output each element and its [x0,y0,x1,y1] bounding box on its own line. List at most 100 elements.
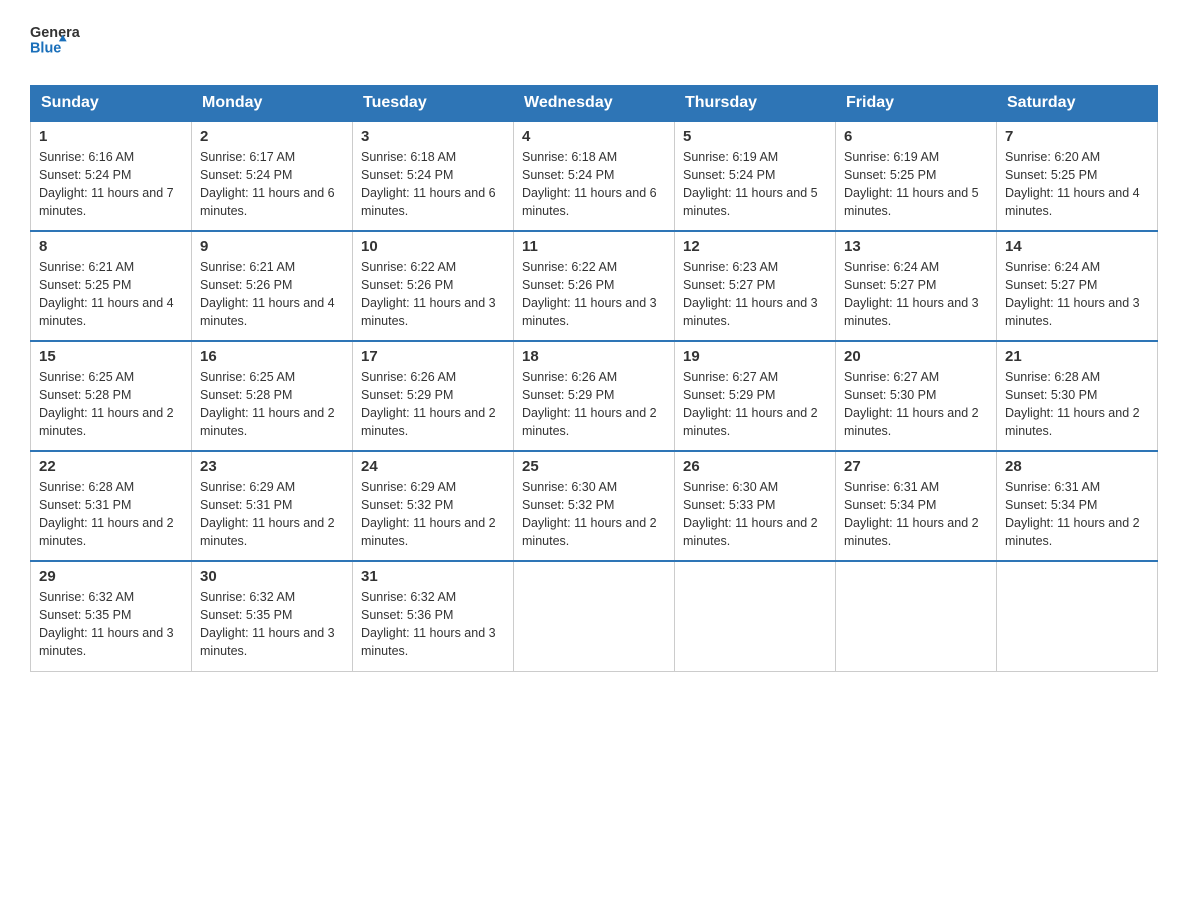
logo-icon: General Blue [30,20,80,65]
day-number: 29 [39,568,183,585]
day-number: 17 [361,348,505,365]
calendar-week-row: 22 Sunrise: 6:28 AMSunset: 5:31 PMDayligh… [31,451,1158,561]
day-info: Sunrise: 6:24 AMSunset: 5:27 PMDaylight:… [1005,260,1140,328]
day-number: 23 [200,458,344,475]
calendar-cell: 5 Sunrise: 6:19 AMSunset: 5:24 PMDaylight… [675,121,836,231]
calendar-cell: 1Sunrise: 6:16 AMSunset: 5:24 PMDaylight… [31,121,192,231]
day-number: 12 [683,238,827,255]
day-info: Sunrise: 6:32 AMSunset: 5:35 PMDaylight:… [200,590,335,658]
day-info: Sunrise: 6:22 AMSunset: 5:26 PMDaylight:… [361,260,496,328]
day-number: 14 [1005,238,1149,255]
calendar-cell: 14 Sunrise: 6:24 AMSunset: 5:27 PMDayligh… [997,231,1158,341]
day-info: Sunrise: 6:26 AMSunset: 5:29 PMDaylight:… [522,370,657,438]
calendar-cell: 23 Sunrise: 6:29 AMSunset: 5:31 PMDayligh… [192,451,353,561]
calendar-cell: 4 Sunrise: 6:18 AMSunset: 5:24 PMDaylight… [514,121,675,231]
day-info: Sunrise: 6:17 AMSunset: 5:24 PMDaylight:… [200,150,335,218]
day-info: Sunrise: 6:18 AMSunset: 5:24 PMDaylight:… [361,150,496,218]
calendar-week-row: 8Sunrise: 6:21 AMSunset: 5:25 PMDaylight… [31,231,1158,341]
day-info: Sunrise: 6:19 AMSunset: 5:24 PMDaylight:… [683,150,818,218]
day-number: 16 [200,348,344,365]
calendar-cell: 12 Sunrise: 6:23 AMSunset: 5:27 PMDayligh… [675,231,836,341]
day-number: 25 [522,458,666,475]
calendar-cell [675,561,836,671]
calendar-cell: 30 Sunrise: 6:32 AMSunset: 5:35 PMDayligh… [192,561,353,671]
calendar-cell: 9 Sunrise: 6:21 AMSunset: 5:26 PMDaylight… [192,231,353,341]
day-info: Sunrise: 6:29 AMSunset: 5:32 PMDaylight:… [361,480,496,548]
day-info: Sunrise: 6:20 AMSunset: 5:25 PMDaylight:… [1005,150,1140,218]
calendar-cell: 16 Sunrise: 6:25 AMSunset: 5:28 PMDayligh… [192,341,353,451]
day-info: Sunrise: 6:30 AMSunset: 5:33 PMDaylight:… [683,480,818,548]
day-info: Sunrise: 6:32 AMSunset: 5:35 PMDaylight:… [39,590,174,658]
column-header-monday: Monday [192,86,353,122]
calendar-cell: 20 Sunrise: 6:27 AMSunset: 5:30 PMDayligh… [836,341,997,451]
day-info: Sunrise: 6:25 AMSunset: 5:28 PMDaylight:… [39,370,174,438]
day-info: Sunrise: 6:28 AMSunset: 5:31 PMDaylight:… [39,480,174,548]
calendar-cell: 11Sunrise: 6:22 AMSunset: 5:26 PMDayligh… [514,231,675,341]
day-number: 4 [522,128,666,145]
page-header: General Blue [30,20,1158,65]
calendar-cell: 26 Sunrise: 6:30 AMSunset: 5:33 PMDayligh… [675,451,836,561]
day-number: 8 [39,238,183,255]
day-info: Sunrise: 6:32 AMSunset: 5:36 PMDaylight:… [361,590,496,658]
day-number: 1 [39,128,183,145]
day-info: Sunrise: 6:19 AMSunset: 5:25 PMDaylight:… [844,150,979,218]
day-number: 30 [200,568,344,585]
calendar-cell: 10 Sunrise: 6:22 AMSunset: 5:26 PMDayligh… [353,231,514,341]
day-info: Sunrise: 6:31 AMSunset: 5:34 PMDaylight:… [1005,480,1140,548]
day-number: 21 [1005,348,1149,365]
calendar-cell [997,561,1158,671]
day-number: 3 [361,128,505,145]
day-info: Sunrise: 6:25 AMSunset: 5:28 PMDaylight:… [200,370,335,438]
calendar-body: 1Sunrise: 6:16 AMSunset: 5:24 PMDaylight… [31,121,1158,671]
day-number: 19 [683,348,827,365]
day-number: 7 [1005,128,1149,145]
day-info: Sunrise: 6:23 AMSunset: 5:27 PMDaylight:… [683,260,818,328]
day-number: 26 [683,458,827,475]
day-number: 28 [1005,458,1149,475]
day-number: 18 [522,348,666,365]
calendar-header-row: SundayMondayTuesdayWednesdayThursdayFrid… [31,86,1158,122]
day-number: 20 [844,348,988,365]
day-number: 22 [39,458,183,475]
calendar-cell: 27 Sunrise: 6:31 AMSunset: 5:34 PMDayligh… [836,451,997,561]
day-info: Sunrise: 6:24 AMSunset: 5:27 PMDaylight:… [844,260,979,328]
calendar-week-row: 1Sunrise: 6:16 AMSunset: 5:24 PMDaylight… [31,121,1158,231]
column-header-thursday: Thursday [675,86,836,122]
calendar-cell: 29 Sunrise: 6:32 AMSunset: 5:35 PMDayligh… [31,561,192,671]
calendar-cell: 28 Sunrise: 6:31 AMSunset: 5:34 PMDayligh… [997,451,1158,561]
day-info: Sunrise: 6:29 AMSunset: 5:31 PMDaylight:… [200,480,335,548]
column-header-friday: Friday [836,86,997,122]
calendar-cell: 6Sunrise: 6:19 AMSunset: 5:25 PMDaylight… [836,121,997,231]
day-number: 24 [361,458,505,475]
day-info: Sunrise: 6:27 AMSunset: 5:30 PMDaylight:… [844,370,979,438]
calendar-cell: 8Sunrise: 6:21 AMSunset: 5:25 PMDaylight… [31,231,192,341]
calendar-cell: 17Sunrise: 6:26 AMSunset: 5:29 PMDayligh… [353,341,514,451]
day-number: 10 [361,238,505,255]
column-header-tuesday: Tuesday [353,86,514,122]
day-info: Sunrise: 6:22 AMSunset: 5:26 PMDaylight:… [522,260,657,328]
day-info: Sunrise: 6:31 AMSunset: 5:34 PMDaylight:… [844,480,979,548]
calendar-cell [514,561,675,671]
calendar-week-row: 29 Sunrise: 6:32 AMSunset: 5:35 PMDayligh… [31,561,1158,671]
day-number: 15 [39,348,183,365]
calendar-cell: 15 Sunrise: 6:25 AMSunset: 5:28 PMDayligh… [31,341,192,451]
calendar-cell: 13 Sunrise: 6:24 AMSunset: 5:27 PMDayligh… [836,231,997,341]
day-info: Sunrise: 6:28 AMSunset: 5:30 PMDaylight:… [1005,370,1140,438]
calendar-cell: 19Sunrise: 6:27 AMSunset: 5:29 PMDayligh… [675,341,836,451]
calendar-cell: 3 Sunrise: 6:18 AMSunset: 5:24 PMDaylight… [353,121,514,231]
day-number: 13 [844,238,988,255]
day-number: 5 [683,128,827,145]
calendar-cell: 22 Sunrise: 6:28 AMSunset: 5:31 PMDayligh… [31,451,192,561]
column-header-saturday: Saturday [997,86,1158,122]
day-number: 27 [844,458,988,475]
day-number: 9 [200,238,344,255]
day-info: Sunrise: 6:21 AMSunset: 5:26 PMDaylight:… [200,260,335,328]
calendar-cell [836,561,997,671]
calendar-cell: 18 Sunrise: 6:26 AMSunset: 5:29 PMDayligh… [514,341,675,451]
day-info: Sunrise: 6:18 AMSunset: 5:24 PMDaylight:… [522,150,657,218]
day-number: 31 [361,568,505,585]
calendar-cell: 21 Sunrise: 6:28 AMSunset: 5:30 PMDayligh… [997,341,1158,451]
column-header-wednesday: Wednesday [514,86,675,122]
calendar-cell: 7 Sunrise: 6:20 AMSunset: 5:25 PMDaylight… [997,121,1158,231]
svg-text:Blue: Blue [30,41,61,57]
